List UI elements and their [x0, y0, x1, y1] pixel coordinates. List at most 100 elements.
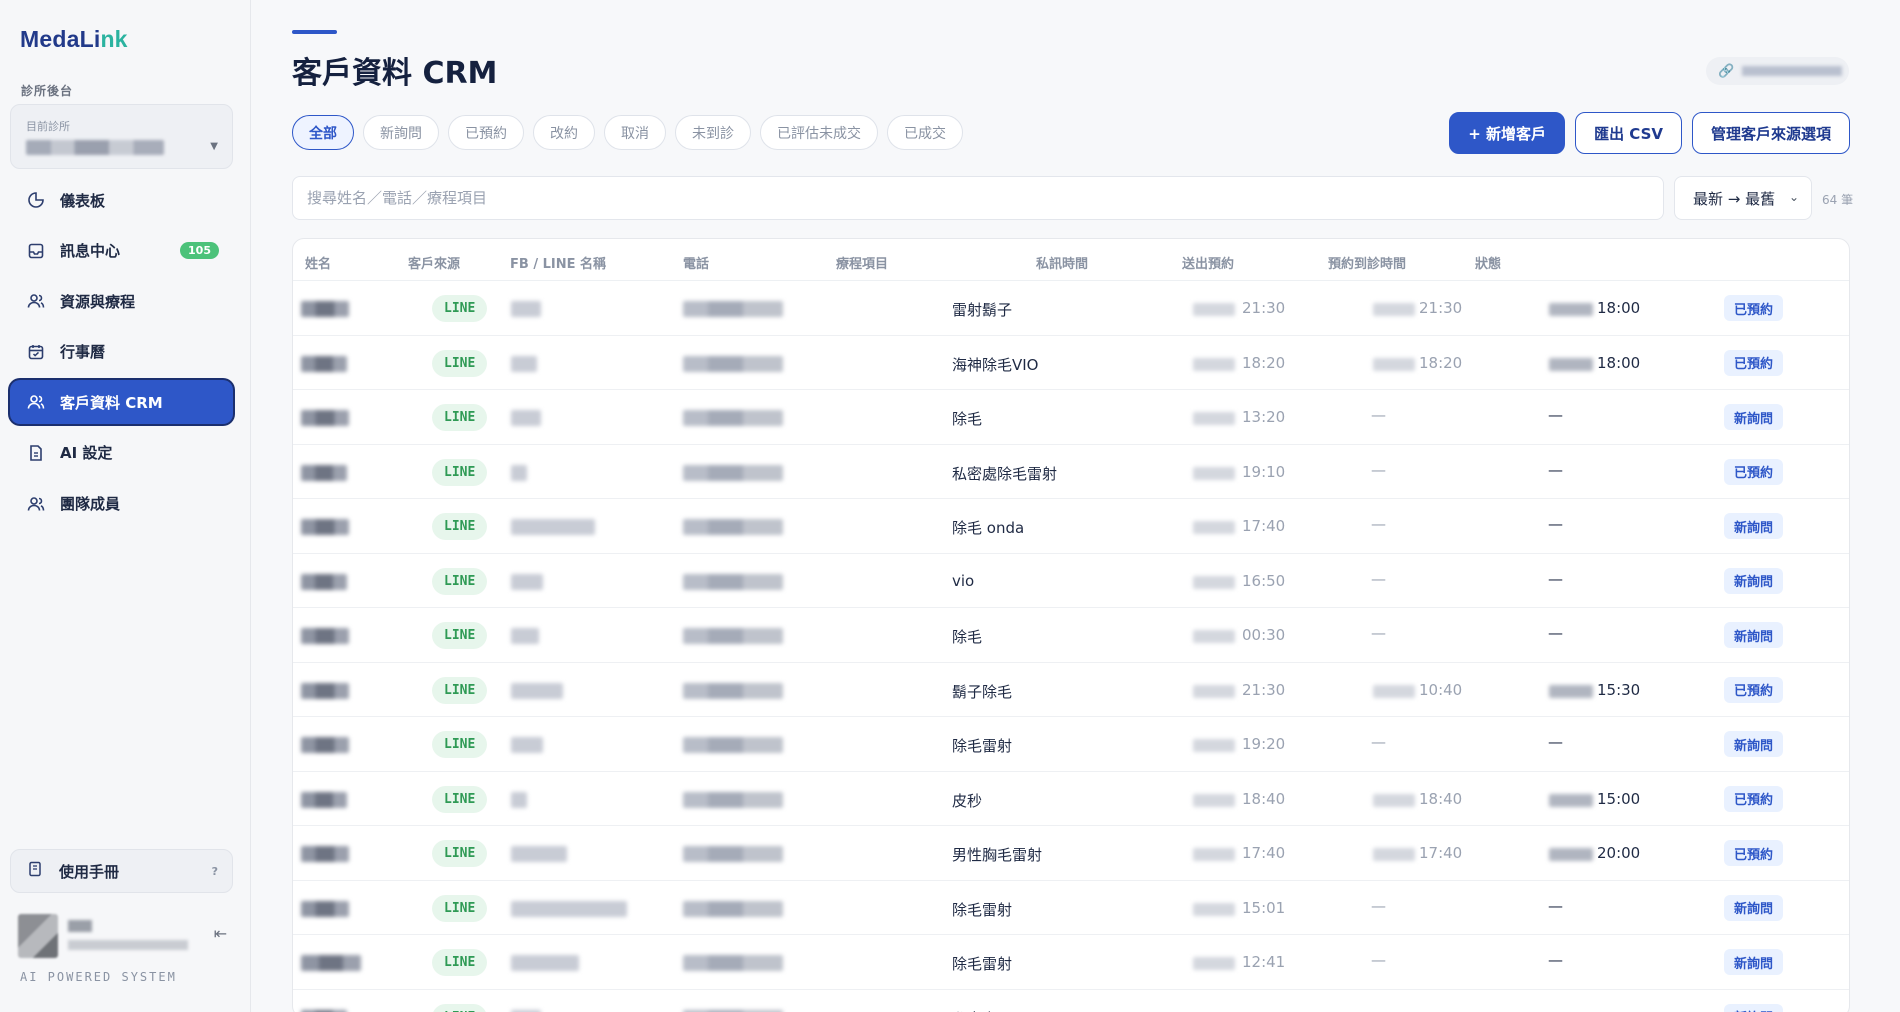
sort-select[interactable]: 最新 → 最舊 ⌄: [1674, 176, 1812, 220]
toolbar-actions: + 新增客戶 匯出 CSV 管理客戶來源選項: [1449, 112, 1850, 154]
status-badge[interactable]: 已預約: [1724, 676, 1784, 703]
table-row[interactable]: LINE 除毛 13:20 — — 新詢問: [293, 390, 1849, 445]
column-header-1[interactable]: 客戶來源: [408, 253, 460, 272]
column-header-8[interactable]: 狀態: [1475, 253, 1501, 272]
filter-chip-3[interactable]: 改約: [533, 115, 595, 150]
share-link-chip[interactable]: 🔗: [1706, 57, 1849, 85]
message-time: 19:10: [1242, 462, 1286, 481]
msg-date-redacted: [1193, 466, 1235, 480]
booking-empty: —: [1371, 733, 1386, 751]
status-badge[interactable]: 已預約: [1724, 349, 1784, 376]
filter-chip-5[interactable]: 未到診: [675, 115, 751, 150]
status-badge[interactable]: 已預約: [1724, 840, 1784, 866]
sidebar-item-1[interactable]: 訊息中心 105: [10, 229, 233, 273]
column-header-4[interactable]: 療程項目: [836, 253, 888, 272]
link-icon: 🔗: [1718, 63, 1735, 79]
column-header-6[interactable]: 送出預約: [1182, 253, 1234, 272]
msg-date-redacted: [1193, 684, 1235, 698]
status-badge[interactable]: 已預約: [1724, 785, 1784, 812]
message-time: 13:20: [1242, 408, 1286, 426]
fb-line-name-redacted: [511, 846, 567, 862]
status-badge[interactable]: 新詢問: [1724, 404, 1784, 430]
table-row[interactable]: LINE 雷射鬍子 21:30 21:30 18:00 已預約: [293, 281, 1849, 336]
sidebar-item-3[interactable]: 行事曆: [10, 330, 233, 374]
booking-empty: —: [1371, 896, 1386, 915]
customer-name-redacted: [301, 573, 347, 590]
crm-table: 姓名 客戶來源 FB / LINE 名稱 電話 療程項目 私訊時間 送出預約 預約到診時間 狀態…: [292, 238, 1850, 1012]
page-title: 客戶資料 CRM: [292, 56, 498, 91]
status-badge[interactable]: 新詢問: [1724, 949, 1784, 975]
user-profile[interactable]: ⇤: [18, 914, 233, 958]
status-badge[interactable]: 新詢問: [1724, 513, 1784, 539]
sidebar-item-5[interactable]: AI 設定: [10, 431, 233, 475]
fb-line-name-redacted: [511, 737, 543, 753]
message-time: 18:40: [1242, 789, 1286, 808]
fb-line-name-redacted: [511, 900, 627, 917]
table-row[interactable]: LINE 鬍子除毛 21:30 10:40 15:30 已預約: [293, 663, 1849, 717]
sidebar-item-6[interactable]: 團隊成員: [10, 482, 233, 526]
status-badge[interactable]: 新詢問: [1724, 567, 1784, 594]
export-csv-button[interactable]: 匯出 CSV: [1575, 112, 1682, 154]
table-row[interactable]: LINE vio 16:50 — — 新詢問: [293, 554, 1849, 608]
section-label: 診所後台: [21, 84, 74, 98]
filter-chip-0[interactable]: 全部: [292, 115, 354, 150]
record-count: 64 筆: [1822, 193, 1854, 207]
add-customer-button[interactable]: + 新增客戶: [1449, 112, 1566, 154]
status-badge[interactable]: 新詢問: [1724, 894, 1784, 921]
table-row[interactable]: LINE 私密處除毛雷射 19:10 — — 已預約: [293, 445, 1849, 499]
sidebar-item-0[interactable]: 儀表板: [10, 178, 233, 222]
logout-icon[interactable]: ⇤: [214, 924, 227, 943]
table-row[interactable]: LINE 除毛雷射 19:20 — — 新詢問: [293, 717, 1849, 772]
filter-chip-1[interactable]: 新詢問: [363, 115, 439, 150]
treatment-cell: 除毛雷射: [952, 737, 1013, 755]
table-row[interactable]: LINE 除毛雷射 15:01 — — 新詢問: [293, 881, 1849, 935]
document-icon: [26, 443, 46, 463]
source-badge: LINE: [432, 1003, 488, 1012]
table-row[interactable]: LINE 除毛 00:30 — — 新詢問: [293, 608, 1849, 663]
phone-redacted: [683, 519, 783, 535]
msg-date-redacted: [1193, 575, 1235, 589]
phone-redacted: [683, 955, 783, 971]
filter-chip-7[interactable]: 已成交: [887, 115, 963, 150]
table-row[interactable]: LINE 除毛雷射 12:41 — — 新詢問: [293, 935, 1849, 990]
booking-date-redacted: [1373, 793, 1415, 807]
table-row[interactable]: LINE 私密處 新詢問: [293, 990, 1849, 1012]
column-header-3[interactable]: 電話: [683, 253, 709, 272]
booking-empty: —: [1371, 624, 1386, 642]
phone-redacted: [683, 573, 783, 590]
table-row[interactable]: LINE 海神除毛VIO 18:20 18:20 18:00 已預約: [293, 336, 1849, 390]
table-row[interactable]: LINE 除毛 onda 17:40 — — 新詢問: [293, 499, 1849, 554]
manage-source-options-button[interactable]: 管理客戶來源選項: [1691, 112, 1850, 154]
search-input[interactable]: [292, 176, 1664, 220]
clinic-selector[interactable]: 目前診所 ▼: [10, 104, 233, 169]
sidebar-item-4[interactable]: 客戶資料 CRM: [10, 380, 233, 425]
app-logo[interactable]: MedaLink: [20, 26, 128, 53]
table-row[interactable]: LINE 皮秒 18:40 18:40 15:00 已預約: [293, 772, 1849, 826]
phone-redacted: [683, 464, 783, 481]
column-header-7[interactable]: 預約到診時間: [1328, 253, 1406, 272]
phone-redacted: [683, 682, 783, 699]
sidebar-item-2[interactable]: 資源與療程: [10, 279, 233, 323]
filter-chip-2[interactable]: 已預約: [448, 115, 524, 150]
filter-chip-4[interactable]: 取消: [604, 115, 666, 150]
status-badge[interactable]: 新詢問: [1724, 1003, 1784, 1012]
status-badge[interactable]: 新詢問: [1724, 731, 1784, 757]
status-badge[interactable]: 已預約: [1724, 295, 1784, 321]
manual-button[interactable]: 使用手冊 ?: [10, 849, 233, 893]
column-header-2[interactable]: FB / LINE 名稱: [510, 253, 606, 272]
filter-chip-6[interactable]: 已評估未成交: [760, 115, 878, 150]
column-header-0[interactable]: 姓名: [305, 253, 331, 272]
status-badge[interactable]: 新詢問: [1724, 622, 1784, 648]
source-badge: LINE: [432, 513, 488, 540]
status-badge[interactable]: 已預約: [1724, 458, 1784, 485]
source-badge: LINE: [432, 840, 488, 867]
table-body: LINE 雷射鬍子 21:30 21:30 18:00 已預約 LINE 海神除毛VIO 18:…: [293, 281, 1849, 1012]
column-header-5[interactable]: 私訊時間: [1036, 253, 1088, 272]
visit-empty: —: [1548, 896, 1563, 915]
table-row[interactable]: LINE 男性胸毛雷射 17:40 17:40 20:00 已預約: [293, 826, 1849, 881]
treatment-cell: 除毛雷射: [952, 900, 1013, 919]
booking-empty: —: [1371, 569, 1386, 588]
sidebar-item-label: 客戶資料 CRM: [60, 393, 163, 412]
sidebar-item-label: 團隊成員: [60, 495, 121, 514]
status-filter-group: 全部 新詢問 已預約 改約 取消 未到診 已評估未成交 已成交: [292, 115, 963, 150]
